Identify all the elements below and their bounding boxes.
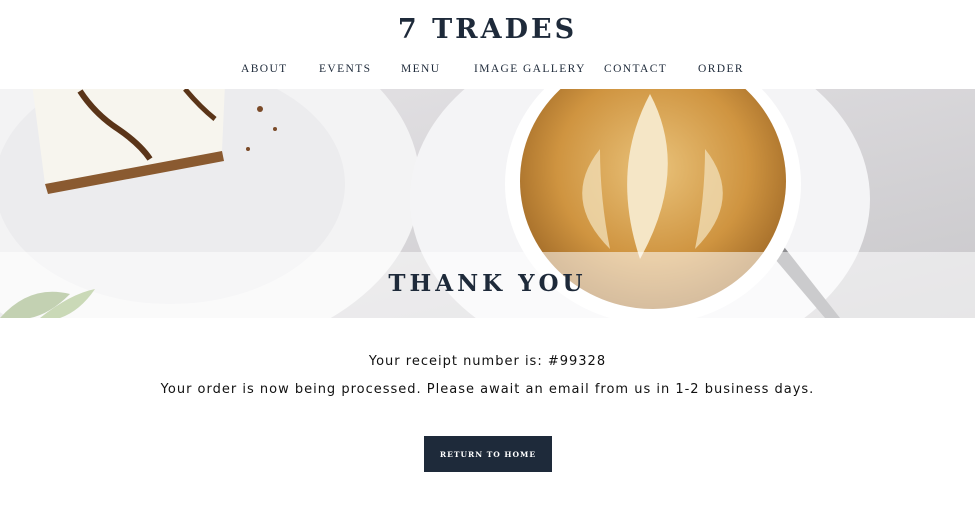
site-header: 7 TRADES ABOUT EVENTS MENU IMAGE GALLERY… xyxy=(0,0,975,89)
nav-item-menu[interactable]: MENU xyxy=(401,63,440,75)
site-logo[interactable]: 7 TRADES xyxy=(0,14,975,45)
nav-item-about[interactable]: ABOUT xyxy=(241,63,288,75)
order-status-message: Your order is now being processed. Pleas… xyxy=(160,382,815,397)
main-nav: ABOUT EVENTS MENU IMAGE GALLERY CONTACT … xyxy=(0,63,975,79)
hero-banner: THANK YOU xyxy=(0,89,975,318)
page-title: THANK YOU xyxy=(388,270,587,297)
nav-item-image-gallery[interactable]: IMAGE GALLERY xyxy=(474,63,586,75)
nav-item-contact[interactable]: CONTACT xyxy=(604,63,667,75)
receipt-number-text: Your receipt number is: #99328 xyxy=(368,354,607,369)
nav-item-order[interactable]: ORDER xyxy=(698,63,744,75)
nav-item-events[interactable]: EVENTS xyxy=(319,63,371,75)
return-to-home-button[interactable]: RETURN TO HOME xyxy=(424,436,552,472)
